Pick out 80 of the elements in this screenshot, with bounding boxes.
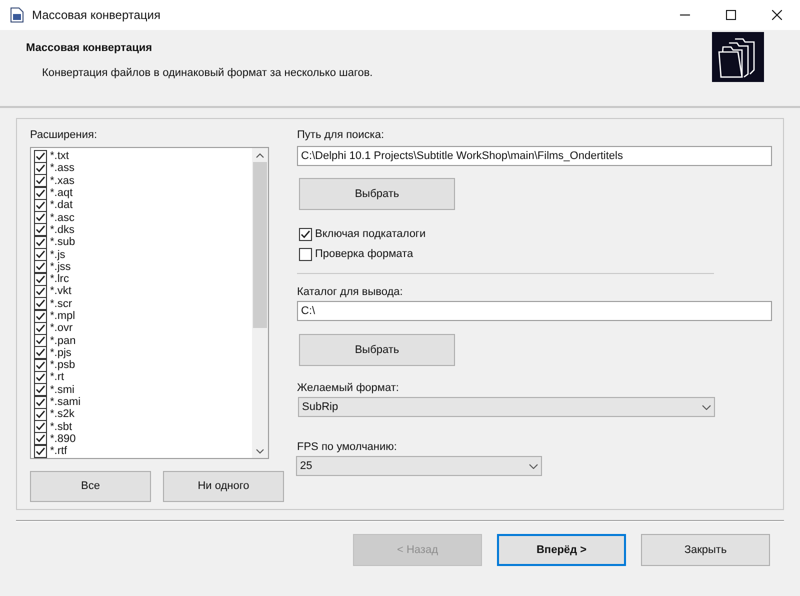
field-label: Путь для поиска:: [297, 128, 386, 143]
extension-label: *.rt: [50, 371, 64, 384]
close-icon: [772, 10, 782, 20]
checkbox[interactable]: [34, 174, 47, 188]
extension-label: *.sub: [50, 236, 76, 248]
list-button[interactable]: Ни одного: [163, 471, 284, 502]
checkbox[interactable]: [34, 444, 47, 458]
chevron-icon: [529, 464, 538, 468]
field-label: Расширения:: [30, 128, 98, 143]
scroll-thumb[interactable]: [253, 162, 267, 328]
extension-label: *.dat: [50, 199, 73, 212]
checkbox[interactable]: [34, 223, 47, 236]
extension-label: *.jss: [50, 260, 71, 273]
checkbox-label: Проверка формата: [315, 246, 414, 262]
extension-label: *.xas: [50, 174, 74, 187]
checkbox[interactable]: [34, 396, 47, 409]
checkbox[interactable]: [34, 358, 47, 372]
checkbox[interactable]: [34, 297, 47, 310]
extension-label: *.dks: [50, 224, 74, 236]
checkbox[interactable]: [34, 334, 47, 348]
extension-label: *.pan: [50, 334, 76, 347]
field-label: Желаемый формат:: [297, 381, 400, 396]
checkbox[interactable]: [34, 383, 47, 396]
checkbox[interactable]: [299, 228, 312, 240]
header-title: Массовая конвертация: [26, 41, 154, 56]
checkbox[interactable]: [34, 162, 47, 175]
checkbox[interactable]: [34, 198, 47, 212]
extension-label: *.sbt: [50, 420, 72, 433]
checkbox[interactable]: [299, 248, 312, 260]
scrollbar[interactable]: [252, 148, 268, 458]
extension-label: *.asc: [50, 212, 74, 224]
extension-label: *.pjs: [50, 346, 72, 359]
checkbox[interactable]: [34, 420, 47, 434]
choose-button[interactable]: Выбрать: [299, 178, 455, 210]
choose-button[interactable]: Выбрать: [299, 334, 455, 366]
checkbox[interactable]: [34, 310, 47, 323]
checkbox[interactable]: [34, 260, 47, 274]
header-subtitle: Конвертация файлов в одинаковый формат за несколько шагов.: [41, 66, 374, 80]
app-icon: [10, 7, 24, 23]
extension-label: *.lrc: [50, 273, 69, 286]
extension-label: *.psb: [50, 359, 76, 372]
checkbox[interactable]: [34, 211, 47, 224]
checkbox[interactable]: [34, 186, 47, 200]
field-label: Каталог для вывода:: [297, 285, 404, 300]
footer-button[interactable]: Закрыть: [641, 534, 770, 566]
checkbox[interactable]: [34, 248, 47, 262]
checkbox[interactable]: [34, 150, 47, 163]
text-field[interactable]: C:\: [297, 301, 772, 321]
extension-label: *.scr: [50, 298, 72, 310]
extension-label: *.sami: [50, 396, 81, 408]
extension-label: *.ovr: [50, 322, 73, 334]
folders-icon: [712, 32, 764, 82]
list-button[interactable]: Все: [30, 471, 151, 502]
checkbox[interactable]: [34, 371, 47, 384]
checkbox[interactable]: [34, 272, 47, 286]
checkbox-label: Включая подкаталоги: [315, 226, 426, 242]
extension-label: *.vkt: [50, 285, 72, 298]
extension-label: *.aqt: [50, 187, 73, 200]
extension-label: *.txt: [50, 150, 69, 162]
extension-label: *.ass: [50, 162, 74, 174]
checkbox[interactable]: [34, 236, 47, 249]
text-field[interactable]: C:\Delphi 10.1 Projects\Subtitle WorkShop\main\Films_Ondertitels: [297, 146, 772, 166]
checkbox[interactable]: [34, 284, 47, 298]
dropdown[interactable]: SubRip: [298, 397, 715, 417]
chevron-icon: [702, 404, 711, 410]
maximize-icon: [726, 10, 736, 20]
extension-label: *.s2k: [50, 408, 74, 420]
checkbox[interactable]: [34, 322, 47, 335]
extension-label: *.smi: [50, 384, 74, 396]
window-title: Массовая конвертация: [32, 7, 162, 24]
footer-button[interactable]: Вперёд >: [497, 534, 626, 566]
checkbox[interactable]: [34, 408, 47, 421]
extension-label: *.890: [50, 432, 76, 445]
checkbox[interactable]: [34, 346, 47, 360]
extension-label: *.rtf: [50, 445, 68, 458]
extension-label: *.js: [50, 248, 66, 261]
extension-label: *.mpl: [50, 310, 76, 322]
checkbox[interactable]: [34, 432, 47, 446]
field-label: FPS по умолчанию:: [297, 440, 398, 455]
dropdown[interactable]: 25: [296, 456, 542, 476]
